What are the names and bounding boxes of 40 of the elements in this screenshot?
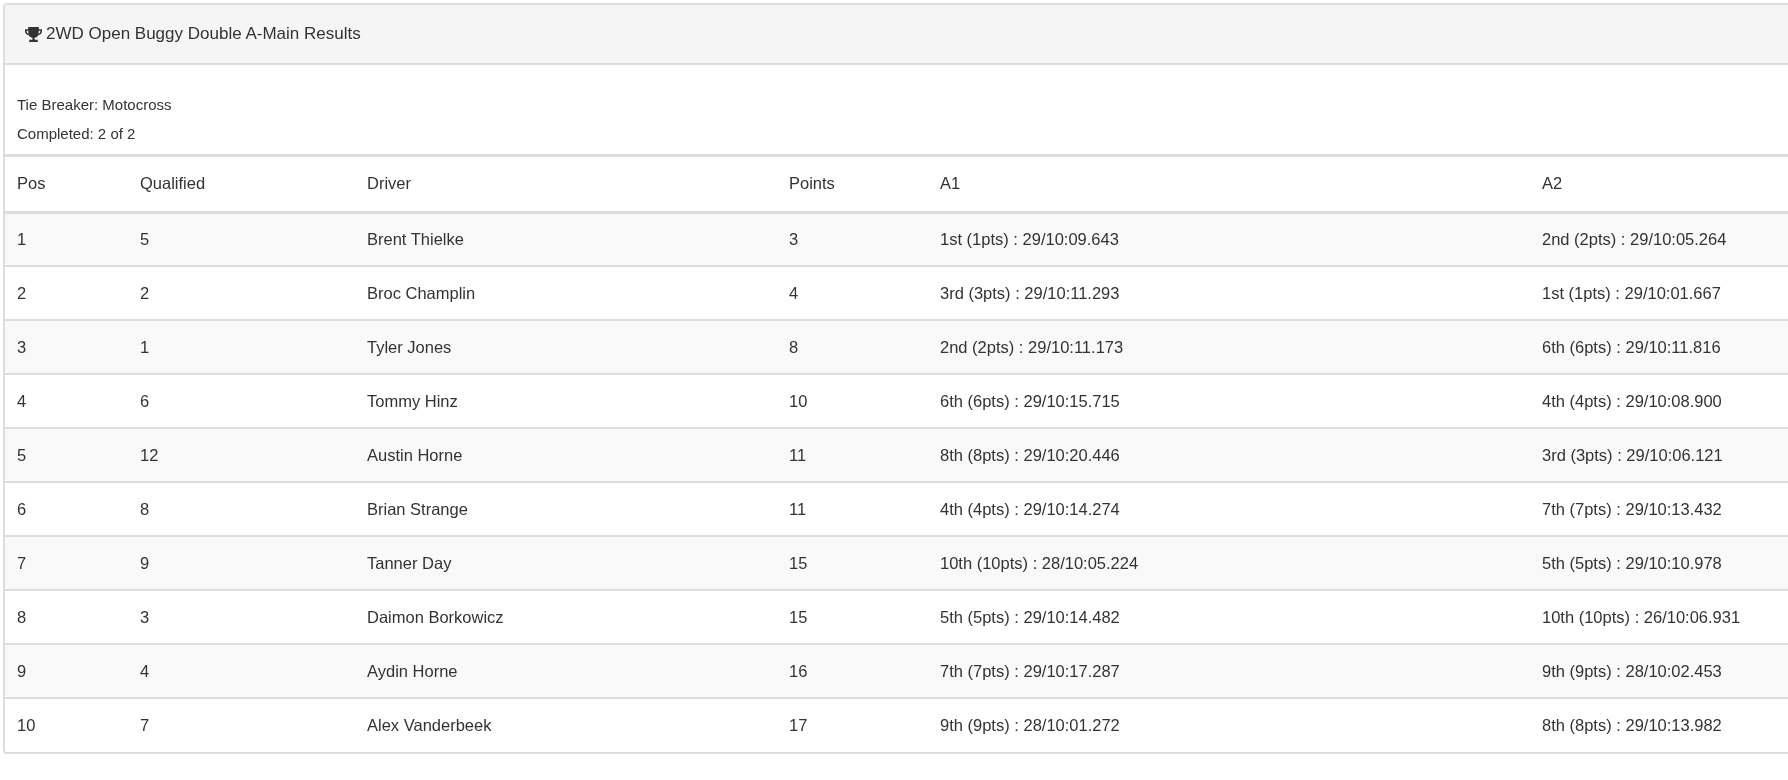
- table-cell: 7: [128, 698, 355, 752]
- info-text: Completed: 2 of 2: [17, 124, 137, 144]
- table-cell: 4: [128, 644, 355, 698]
- table-cell: 6th (6pts) : 29/10:11.816: [1530, 320, 1788, 374]
- table-cell: 3: [5, 320, 128, 374]
- table-cell: 15: [777, 536, 928, 590]
- table-cell: 3: [777, 212, 928, 266]
- table-cell: 9th (9pts) : 28/10:02.453: [1530, 644, 1788, 698]
- table-cell: 1st (1pts) : 29/10:09.643: [928, 212, 1530, 266]
- table-cell: 12: [128, 428, 355, 482]
- table-cell: 8th (8pts) : 29/10:20.446: [928, 428, 1530, 482]
- table-cell: 9: [128, 536, 355, 590]
- table-cell: 7: [5, 536, 128, 590]
- table-cell: 17: [777, 698, 928, 752]
- table-cell: Aydin Horne: [355, 644, 777, 698]
- table-cell: 9: [5, 644, 128, 698]
- table-cell: Tyler Jones: [355, 320, 777, 374]
- table-cell: 5: [5, 428, 128, 482]
- trophy-icon: [25, 25, 42, 43]
- table-cell: 9th (9pts) : 28/10:01.272: [928, 698, 1530, 752]
- table-cell: 1: [5, 212, 128, 266]
- table-cell: 10th (10pts) : 28/10:05.224: [928, 536, 1530, 590]
- table-cell: 16: [777, 644, 928, 698]
- table-cell: 1: [128, 320, 355, 374]
- info-text: Tie Breaker: Motocross: [17, 95, 173, 115]
- table-cell: Brent Thielke: [355, 212, 777, 266]
- table-cell: 7th (7pts) : 29/10:17.287: [928, 644, 1530, 698]
- table-cell: 8: [777, 320, 928, 374]
- table-cell: Alex Vanderbeek: [355, 698, 777, 752]
- table-cell: 2nd (2pts) : 29/10:05.264: [1530, 212, 1788, 266]
- table-cell: 10: [5, 698, 128, 752]
- table-cell: 2nd (2pts) : 29/10:11.173: [928, 320, 1530, 374]
- panel-title: 2WD Open Buggy Double A-Main Results: [46, 24, 361, 44]
- table-cell: 8th (8pts) : 29/10:13.982: [1530, 698, 1788, 752]
- table-cell: Tanner Day: [355, 536, 777, 590]
- table-cell: 11: [777, 428, 928, 482]
- table-cell: 5: [128, 212, 355, 266]
- table-cell: 5th (5pts) : 29/10:10.978: [1530, 536, 1788, 590]
- table-cell: Austin Horne: [355, 428, 777, 482]
- table-cell: 3rd (3pts) : 29/10:06.121: [1530, 428, 1788, 482]
